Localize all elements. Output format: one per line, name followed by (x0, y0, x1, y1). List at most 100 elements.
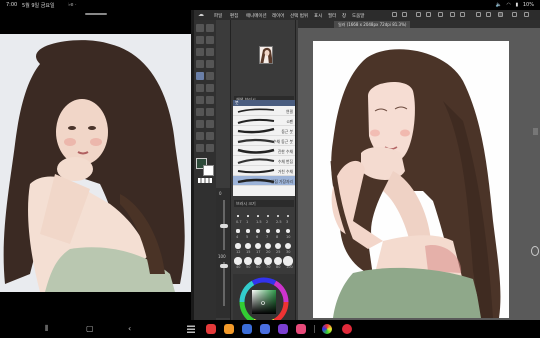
brush-item[interactable]: 둥근 붓 (233, 126, 295, 136)
select-tool-icon[interactable] (206, 36, 214, 44)
slider-thumb[interactable] (220, 224, 228, 228)
brush-size-option[interactable] (255, 243, 261, 249)
color-swatches[interactable] (196, 158, 214, 183)
figure-tool-icon[interactable] (206, 108, 214, 116)
text-tool-icon[interactable] (196, 132, 204, 140)
panel-collapse-tab[interactable] (533, 128, 538, 135)
frame-tool-icon[interactable] (196, 120, 204, 128)
dock-app-icon[interactable] (278, 324, 288, 334)
fill-tool-icon[interactable] (206, 96, 214, 104)
move-tool-icon[interactable] (196, 36, 204, 44)
brush-size-option[interactable] (257, 215, 259, 217)
dock-app-icon[interactable] (206, 324, 216, 334)
settings-icon[interactable] (524, 12, 529, 17)
menu-window[interactable]: 창 (342, 13, 346, 19)
eraser-tool-icon[interactable] (206, 84, 214, 92)
fill-icon[interactable] (438, 12, 443, 17)
brush-item[interactable]: 수채 번짐 (233, 156, 295, 166)
wand-tool-icon[interactable] (196, 48, 204, 56)
brush-size-option[interactable] (264, 242, 272, 250)
brush-item[interactable]: 연필 (233, 106, 295, 116)
dock-app-icon[interactable] (242, 324, 252, 334)
back-button[interactable]: ‹ (128, 325, 131, 333)
transform-icon[interactable] (426, 12, 431, 17)
brush-item[interactable]: 수채 둥근 붓 (233, 136, 295, 146)
brush-item[interactable]: 거친 수채 (233, 166, 295, 176)
brush-size-option[interactable] (285, 228, 291, 234)
dock-app-icon[interactable] (342, 324, 352, 334)
gradient-tool-icon[interactable] (196, 108, 204, 116)
menu-help[interactable]: 도움말 (352, 13, 364, 19)
app-logo-icon[interactable]: ☁ (198, 11, 204, 18)
snap-grid-icon[interactable] (486, 12, 491, 17)
blend-tool-icon[interactable] (196, 96, 204, 104)
drawing-canvas[interactable] (313, 41, 509, 318)
brush-size-option[interactable] (236, 229, 240, 233)
hand-tool-icon[interactable] (206, 24, 214, 32)
split-screen-handle[interactable] (531, 246, 539, 256)
redo-icon[interactable] (402, 12, 407, 17)
brush-size-number: 15 (246, 250, 251, 254)
app-drawer-icon[interactable] (187, 325, 195, 333)
user-icon[interactable] (512, 12, 517, 17)
split-window-handle[interactable] (85, 13, 107, 15)
decoration-tool-icon[interactable] (196, 84, 204, 92)
brush-size-option[interactable] (247, 215, 249, 217)
brush-tool-icon[interactable] (196, 72, 204, 80)
sub-color-swatch[interactable] (203, 165, 214, 176)
transparent-color-swatch[interactable] (198, 178, 212, 183)
brush-size-option[interactable] (286, 214, 290, 218)
correct-tool-icon[interactable] (206, 144, 214, 152)
menu-edit[interactable]: 편집 (230, 13, 238, 19)
brush-size-option[interactable] (237, 215, 239, 217)
brush-size-option[interactable] (265, 228, 271, 234)
eyedropper-tool-icon[interactable] (206, 48, 214, 56)
recent-apps-button[interactable]: ⦀ (45, 325, 49, 333)
brush-item[interactable]: 진한 수채 (233, 146, 295, 156)
snap-ruler-icon[interactable] (476, 12, 481, 17)
line-fix-tool-icon[interactable] (196, 144, 204, 152)
dock-app-icon[interactable] (322, 324, 332, 334)
brush-size-option[interactable] (275, 228, 281, 234)
pen-tool-icon[interactable] (196, 60, 204, 68)
brush-size-option[interactable] (263, 256, 273, 266)
dock-app-icon[interactable] (260, 324, 270, 334)
brush-size-option[interactable] (256, 229, 260, 233)
menu-view[interactable]: 표시 (314, 13, 322, 19)
brush-item[interactable]: 번짐 가장자리 (233, 176, 295, 186)
reference-photo[interactable] (0, 34, 191, 292)
airbrush-tool-icon[interactable] (206, 72, 214, 80)
navigator-thumbnail[interactable] (259, 46, 273, 64)
clear-icon[interactable] (416, 12, 421, 17)
brush-size-option[interactable] (246, 229, 250, 233)
deselect-icon[interactable] (450, 12, 455, 17)
zoom-tool-icon[interactable] (196, 24, 204, 32)
brush-size-option[interactable] (276, 214, 280, 218)
canvas-tab[interactable]: 일러 (1668 x 2048px 72dpi 81.3%) (334, 21, 411, 28)
brush-size-option[interactable] (266, 214, 270, 218)
invert-icon[interactable] (460, 12, 465, 17)
menu-selection[interactable]: 선택 범위 (290, 13, 308, 19)
brush-item[interactable]: G펜 (233, 116, 295, 126)
brush-size-option[interactable] (245, 243, 251, 249)
menu-filter[interactable]: 필터 (328, 13, 336, 19)
undo-icon[interactable] (392, 12, 397, 17)
brush-size-option[interactable] (234, 257, 242, 265)
pencil-tool-icon[interactable] (206, 60, 214, 68)
device-screen: 7:00 5월 9일 금요일 ♭e · 🔈 ◠ ▮ 10% ☁ 파일 편집 애니… (0, 0, 540, 338)
menu-animation[interactable]: 애니메이션 (246, 13, 267, 19)
menu-layer[interactable]: 레이어 (272, 13, 284, 19)
balloon-tool-icon[interactable] (206, 132, 214, 140)
dock-app-icon[interactable] (296, 324, 306, 334)
brush-size-option[interactable] (235, 243, 241, 249)
dock-app-icon[interactable] (224, 324, 234, 334)
home-button[interactable]: ▢ (86, 325, 94, 333)
brush-size-option[interactable] (274, 242, 282, 250)
brush-size-option[interactable] (244, 257, 252, 265)
menu-file[interactable]: 파일 (214, 13, 222, 19)
brush-size-option[interactable] (284, 242, 292, 250)
ruler-tool-icon[interactable] (206, 120, 214, 128)
snap-perspective-icon[interactable] (498, 12, 503, 17)
brush-size-option[interactable] (254, 257, 262, 265)
opacity-thumb[interactable] (220, 264, 228, 268)
